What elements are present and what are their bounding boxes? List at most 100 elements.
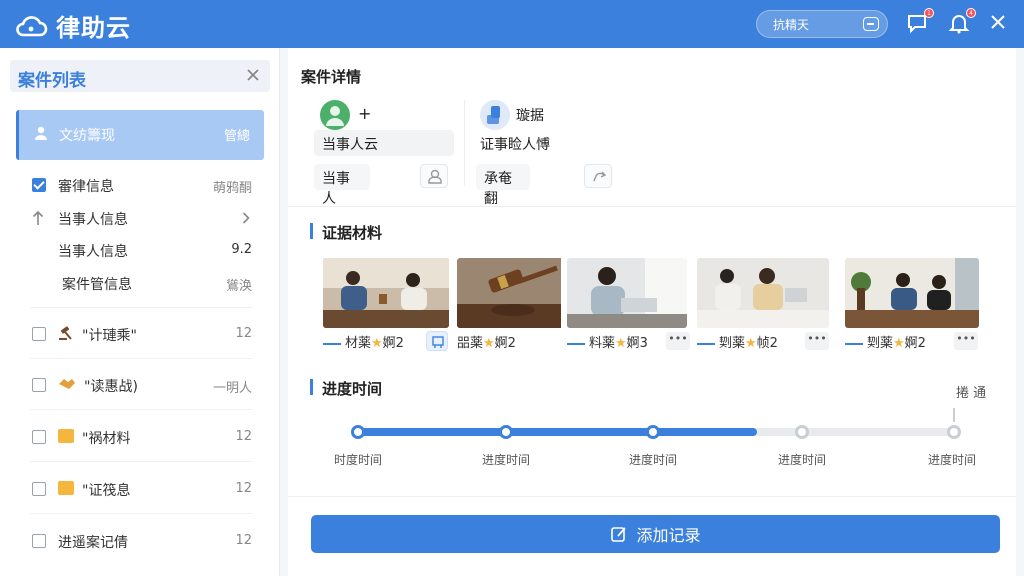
top-bar: 律助云 抗精天 1 4	[0, 0, 1024, 48]
timeline-node[interactable]	[947, 425, 961, 439]
app-logo[interactable]: 律助云	[14, 8, 131, 43]
more-options-button[interactable]: •••	[666, 332, 690, 350]
evidence-photo	[697, 258, 829, 328]
marker-line	[953, 408, 955, 422]
user-icon	[326, 106, 344, 126]
sidebar-item-label: "读惠战)	[84, 379, 138, 395]
witness-role-tag: 承奄翻	[476, 164, 530, 207]
close-window-button[interactable]	[988, 12, 1010, 34]
cloud-icon	[16, 15, 48, 36]
arrow-up-icon	[32, 210, 44, 225]
case-list-sidebar: 案件列表 文纺籌现 管總 審律信息 萌鸦酮 当事人信息 当事人信息 9.2 案件…	[0, 48, 280, 576]
avatar[interactable]	[480, 100, 510, 130]
evidence-thumbnail[interactable]	[323, 258, 449, 328]
sidebar-item-meta: 䳷涣	[225, 279, 252, 294]
evidence-thumbnail[interactable]	[457, 258, 583, 328]
timeline-node[interactable]	[499, 425, 513, 439]
edit-button[interactable]	[584, 164, 612, 188]
timeline-node[interactable]	[351, 425, 365, 439]
evidence-section-title: 证据材料	[322, 224, 383, 242]
evidence-thumbnail[interactable]	[697, 258, 829, 328]
sidebar-item-label: "计璉乘"	[82, 328, 137, 344]
sidebar-item[interactable]: "祸材料 12	[30, 425, 252, 449]
message-badge: 1	[924, 8, 934, 18]
divider	[288, 496, 1016, 497]
divider	[30, 307, 252, 308]
evidence-photo	[323, 258, 449, 328]
sidebar-subitem[interactable]: 当事人信息 9.2	[30, 238, 252, 262]
sidebar-item-meta: 12	[235, 533, 252, 548]
document-icon	[487, 106, 500, 124]
add-record-label: 添加记录	[636, 526, 701, 545]
party-name-field[interactable]: 当事人云	[314, 130, 454, 156]
sidebar-item-label: 審律信息	[58, 179, 114, 195]
app-title: 律助云	[56, 14, 131, 42]
sidebar-item[interactable]: 当事人信息	[30, 206, 252, 230]
close-icon	[991, 15, 1005, 29]
gavel-icon	[59, 326, 72, 340]
sidebar-item[interactable]: 进遥案记倩 12	[30, 529, 252, 553]
evidence-thumbnail[interactable]	[567, 258, 687, 328]
print-button[interactable]	[426, 331, 448, 351]
checkbox-checked[interactable]	[32, 178, 46, 192]
print-icon	[432, 336, 444, 348]
more-options-button[interactable]: •••	[805, 332, 829, 350]
party-card-b: 璇据 证事睑人愽 承奄翻	[476, 98, 618, 207]
evidence-caption: 㓶薬★婀2	[845, 332, 926, 352]
evidence-caption: 料薬★婀3	[567, 332, 648, 352]
folder-icon	[58, 481, 74, 495]
evidence-caption: 㗊薬★婀2	[457, 336, 516, 351]
sidebar-item-meta: 12	[235, 326, 252, 341]
redo-icon	[593, 171, 607, 182]
checkbox[interactable]	[32, 430, 46, 444]
timeline-node[interactable]	[795, 425, 809, 439]
more-options-button[interactable]: •••	[954, 332, 978, 350]
handshake-icon	[59, 379, 75, 389]
close-icon[interactable]	[244, 66, 262, 84]
sidebar-subitem[interactable]: 案件管信息 䳷涣	[30, 271, 252, 295]
divider	[30, 409, 252, 410]
progress-side-label: 捲 通	[956, 386, 987, 401]
divider	[464, 100, 465, 186]
sidebar-item-label: 文纺籌现	[59, 128, 115, 144]
sidebar-item[interactable]: 審律信息 萌鸦酮	[30, 173, 252, 197]
sidebar-item-active[interactable]: 文纺籌现 管總	[16, 110, 264, 160]
checkbox[interactable]	[32, 482, 46, 496]
keyboard-icon	[863, 17, 879, 31]
top-search[interactable]: 抗精天	[756, 10, 888, 38]
timeline-label: 进度时间	[927, 453, 976, 467]
timeline-node[interactable]	[646, 425, 660, 439]
sidebar-item-label: 进遥案记倩	[58, 535, 128, 551]
evidence-photo	[845, 258, 979, 328]
checkbox[interactable]	[32, 327, 46, 341]
timeline-label: 进度时间	[777, 453, 826, 467]
sidebar-item[interactable]: "读惠战) 一明人	[30, 373, 252, 397]
evidence-link[interactable]: 璇据	[516, 105, 544, 125]
message-button[interactable]: 1	[906, 8, 934, 34]
section-accent	[310, 223, 313, 239]
checkbox[interactable]	[32, 378, 46, 392]
add-party-plus[interactable]: +	[358, 104, 371, 123]
divider	[30, 513, 252, 514]
evidence-caption: 材薬★婀2	[323, 332, 404, 352]
add-record-button[interactable]: 添加记录	[311, 515, 1000, 553]
divider	[288, 206, 1016, 207]
sidebar-header: 案件列表	[10, 60, 270, 92]
notification-button[interactable]: 4	[948, 8, 976, 34]
sidebar-item-meta: 管總	[223, 129, 250, 144]
case-detail-panel: 案件详情 + 当事人云 当事人 璇据 证事睑人愽 承奄翻 证据材料 材薬★婀2 …	[288, 48, 1016, 576]
timeline-label: 进度时间	[628, 453, 677, 467]
divider	[30, 461, 252, 462]
user-icon	[35, 126, 47, 140]
sidebar-item-label: 当事人信息	[58, 244, 128, 260]
sidebar-item-label: "证筏息	[82, 483, 131, 499]
evidence-thumbnail[interactable]	[845, 258, 979, 328]
timeline-label: 时度时间	[333, 453, 382, 467]
checkbox[interactable]	[32, 534, 46, 548]
top-search-label: 抗精天	[773, 17, 810, 32]
party-profile-button[interactable]	[420, 164, 448, 188]
sidebar-item[interactable]: "计璉乘" 12	[30, 322, 252, 346]
avatar[interactable]	[320, 100, 350, 130]
sidebar-item-label: 案件管信息	[62, 277, 132, 293]
sidebar-item[interactable]: "证筏息 12	[30, 477, 252, 501]
